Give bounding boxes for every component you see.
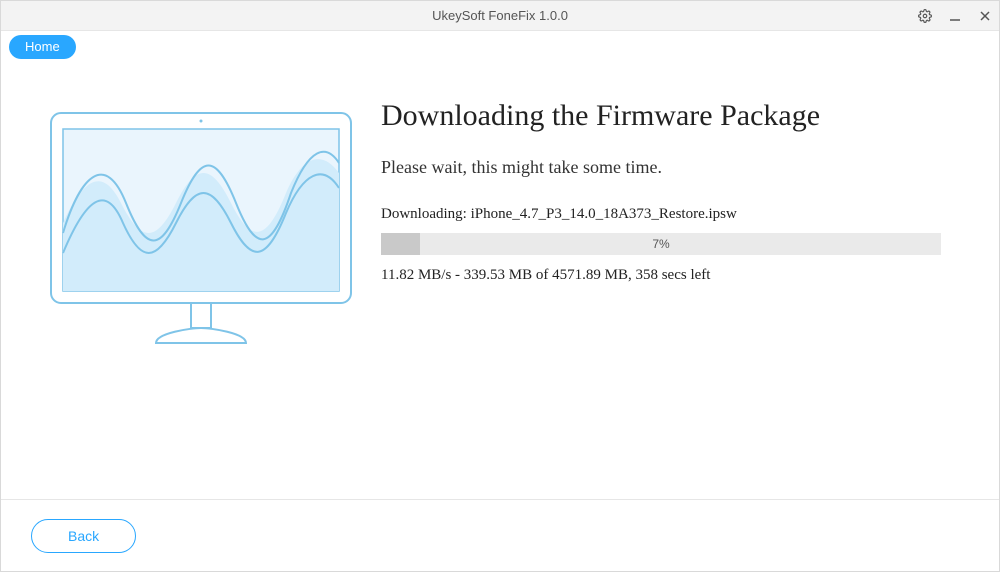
home-button[interactable]: Home bbox=[9, 35, 76, 59]
toolbar: Home bbox=[1, 31, 999, 63]
progress-label: 7% bbox=[381, 233, 941, 255]
download-filename: iPhone_4.7_P3_14.0_18A373_Restore.ipsw bbox=[471, 206, 737, 222]
back-button[interactable]: Back bbox=[31, 519, 136, 553]
window-controls bbox=[917, 1, 993, 31]
titlebar: UkeySoft FoneFix 1.0.0 bbox=[1, 1, 999, 31]
window-title: UkeySoft FoneFix 1.0.0 bbox=[1, 8, 999, 23]
app-window: UkeySoft FoneFix 1.0.0 Home bbox=[0, 0, 1000, 572]
page-subtext: Please wait, this might take some time. bbox=[381, 157, 969, 178]
monitor-icon bbox=[41, 103, 361, 363]
minimize-icon[interactable] bbox=[947, 8, 963, 24]
download-line: Downloading: iPhone_4.7_P3_14.0_18A373_R… bbox=[381, 206, 969, 223]
illustration bbox=[31, 93, 371, 499]
close-icon[interactable] bbox=[977, 8, 993, 24]
content-area: Downloading the Firmware Package Please … bbox=[1, 63, 999, 499]
gear-icon[interactable] bbox=[917, 8, 933, 24]
download-stats: 11.82 MB/s - 339.53 MB of 4571.89 MB, 35… bbox=[381, 267, 969, 284]
info-panel: Downloading the Firmware Package Please … bbox=[371, 93, 969, 499]
footer: Back bbox=[1, 499, 999, 571]
page-heading: Downloading the Firmware Package bbox=[381, 99, 969, 133]
progress-bar: 7% bbox=[381, 233, 941, 255]
download-label: Downloading: bbox=[381, 206, 471, 222]
